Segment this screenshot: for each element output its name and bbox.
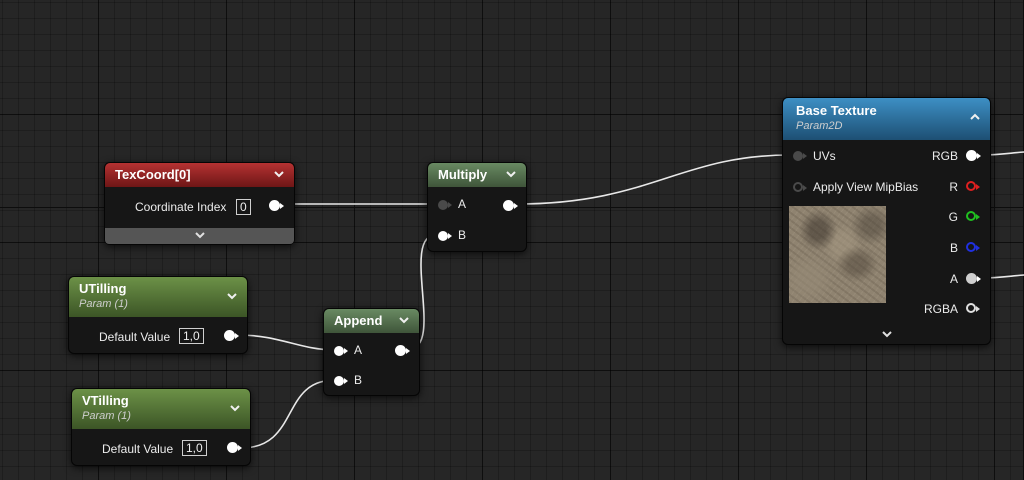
default-value-label: Default Value xyxy=(99,330,171,344)
rgb-output-label: RGB xyxy=(931,149,958,163)
chevron-down-icon[interactable] xyxy=(226,290,238,302)
rgb-output-pin[interactable] xyxy=(966,150,981,161)
node-title: Append xyxy=(334,313,383,328)
mipbias-input-label: Apply View MipBias xyxy=(813,180,919,194)
chevron-down-icon[interactable] xyxy=(505,168,517,180)
utilling-output-pin[interactable] xyxy=(224,330,239,341)
rgba-output-pin[interactable] xyxy=(966,303,980,313)
multiply-input-a-pin[interactable] xyxy=(438,200,452,210)
multiply-input-b-pin[interactable] xyxy=(438,231,452,241)
texcoord-expand-button[interactable] xyxy=(105,228,294,244)
node-title: UTilling xyxy=(79,281,127,296)
uvs-input-label: UVs xyxy=(813,149,836,163)
append-output-pin[interactable] xyxy=(395,345,410,356)
wire-multiply-to-texture-uvs xyxy=(516,154,791,205)
multiply-input-b-label: B xyxy=(458,228,467,242)
chevron-up-icon[interactable] xyxy=(969,111,981,123)
r-output-label: R xyxy=(949,180,958,194)
default-value-field[interactable]: 1,0 xyxy=(179,328,204,344)
node-subtitle: Param (1) xyxy=(79,298,128,310)
node-title: Multiply xyxy=(438,167,488,182)
node-subtitle: Param (1) xyxy=(82,410,131,422)
multiply-output-pin[interactable] xyxy=(503,200,518,211)
b-output-pin[interactable] xyxy=(966,242,980,252)
vtilling-node-header[interactable]: VTilling Param (1) xyxy=(72,389,250,429)
append-input-b-label: B xyxy=(354,373,363,387)
a-output-label: A xyxy=(949,272,958,286)
chevron-down-icon[interactable] xyxy=(881,330,893,340)
g-output-pin[interactable] xyxy=(966,211,980,221)
append-node[interactable]: Append A B xyxy=(323,308,420,396)
multiply-node-header[interactable]: Multiply xyxy=(428,163,526,187)
base-texture-node[interactable]: Base Texture Param2D UVs Apply View MipB… xyxy=(782,97,991,345)
texcoord-node-header[interactable]: TexCoord[0] xyxy=(105,163,294,187)
mipbias-input-pin[interactable] xyxy=(793,182,807,192)
base-texture-node-header[interactable]: Base Texture Param2D xyxy=(783,98,990,140)
b-output-label: B xyxy=(949,241,958,255)
utilling-node[interactable]: UTilling Param (1) Default Value 1,0 xyxy=(68,276,248,354)
chevron-down-icon[interactable] xyxy=(398,314,410,326)
multiply-node[interactable]: Multiply A B xyxy=(427,162,527,252)
coordinate-index-label: Coordinate Index xyxy=(135,200,227,214)
wire-vtilling-to-append-b xyxy=(240,379,336,449)
texcoord-node[interactable]: TexCoord[0] Coordinate Index 0 xyxy=(104,162,295,245)
utilling-node-header[interactable]: UTilling Param (1) xyxy=(69,277,247,317)
r-output-pin[interactable] xyxy=(966,181,980,191)
vtilling-node[interactable]: VTilling Param (1) Default Value 1,0 xyxy=(71,388,251,466)
node-subtitle: Param2D xyxy=(796,120,843,132)
rgba-output-label: RGBA xyxy=(923,302,958,316)
node-title: TexCoord[0] xyxy=(115,167,191,182)
default-value-field[interactable]: 1,0 xyxy=(182,440,207,456)
a-output-pin[interactable] xyxy=(966,273,981,284)
vtilling-output-pin[interactable] xyxy=(227,442,242,453)
g-output-label: G xyxy=(948,210,958,224)
chevron-down-icon xyxy=(194,232,205,239)
wire-utilling-to-append-a xyxy=(237,334,336,351)
texture-preview-thumbnail xyxy=(789,206,886,303)
texcoord-output-pin[interactable] xyxy=(269,200,284,211)
coordinate-index-field[interactable]: 0 xyxy=(236,199,251,215)
append-input-a-label: A xyxy=(354,343,363,357)
append-input-b-pin[interactable] xyxy=(334,376,348,386)
node-title: Base Texture xyxy=(796,103,877,118)
multiply-input-a-label: A xyxy=(458,197,467,211)
append-input-a-pin[interactable] xyxy=(334,346,348,356)
chevron-down-icon[interactable] xyxy=(273,168,285,180)
default-value-label: Default Value xyxy=(102,442,174,456)
node-title: VTilling xyxy=(82,393,129,408)
append-node-header[interactable]: Append xyxy=(324,309,419,333)
uvs-input-pin[interactable] xyxy=(793,151,807,161)
chevron-down-icon[interactable] xyxy=(229,402,241,414)
